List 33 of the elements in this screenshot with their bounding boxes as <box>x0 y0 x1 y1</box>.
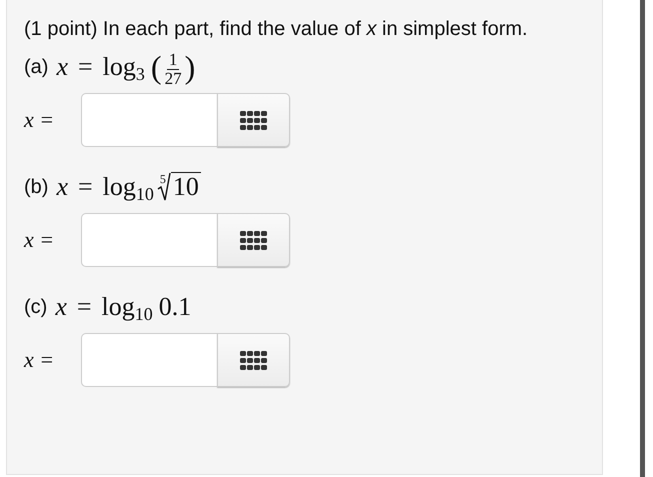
radicand: 10 <box>170 172 201 201</box>
equals-sign: = <box>78 172 93 202</box>
parenthesis: ( <box>150 50 162 84</box>
log-function: log$_{10}$ <box>102 292 153 322</box>
keypad-button[interactable] <box>217 93 290 147</box>
grid-icon <box>240 350 267 370</box>
radical-sign-icon <box>156 172 171 202</box>
part-label: (c) <box>24 296 48 318</box>
part-label: (b) <box>24 176 48 198</box>
grid-icon <box>240 230 267 250</box>
grid-icon <box>240 110 267 130</box>
answer-field[interactable] <box>81 213 217 267</box>
equals-sign: = <box>78 52 93 82</box>
keypad-button[interactable] <box>217 213 290 267</box>
math-number: 0.1 <box>158 292 192 322</box>
answer-label: x = <box>24 227 56 253</box>
math-variable: x <box>56 172 68 202</box>
parenthesis: ) <box>184 50 196 84</box>
answer-label: x = <box>24 347 56 373</box>
answer-field[interactable] <box>81 93 217 147</box>
log-function: log$_{10}$ <box>102 172 154 202</box>
math-variable: x <box>55 292 67 322</box>
math-variable: x <box>56 52 68 82</box>
root-index: 5 <box>160 173 166 185</box>
answer-field[interactable] <box>81 333 217 387</box>
equals-sign: = <box>76 292 92 322</box>
part-label: (a) <box>24 56 48 78</box>
numerator: 1 <box>166 52 180 70</box>
keypad-button[interactable] <box>217 333 290 387</box>
denominator: 27 <box>164 70 182 86</box>
problem-statement: (1 point) In each part, find the value of x in simplest form. <box>24 17 529 42</box>
answer-label: x = <box>24 107 56 133</box>
log-function: log$_{3}$ <box>102 52 145 82</box>
